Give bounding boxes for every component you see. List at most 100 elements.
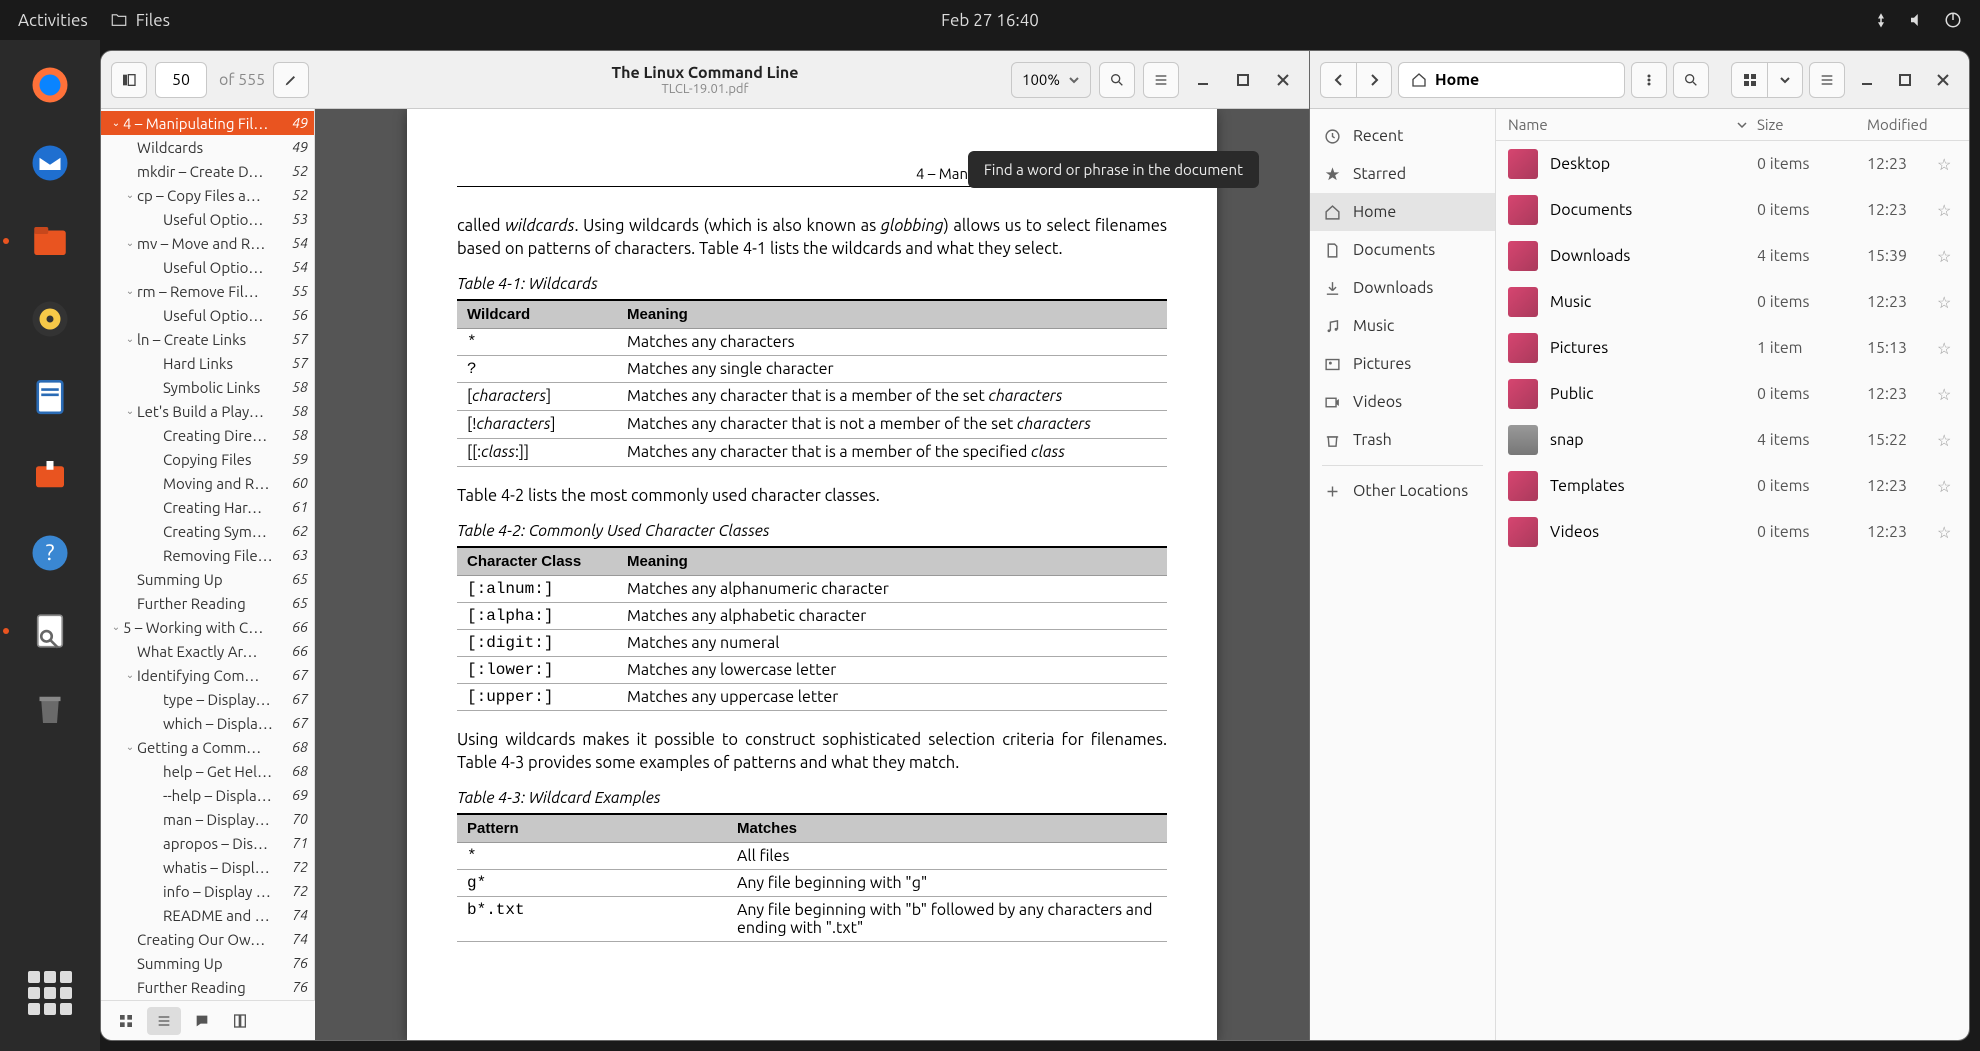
dock-trash[interactable] xyxy=(21,680,79,738)
outline-item[interactable]: Symbolic Links58 xyxy=(101,375,314,399)
file-row[interactable]: snap4 items15:22☆ xyxy=(1496,417,1969,463)
file-row[interactable]: Templates0 items12:23☆ xyxy=(1496,463,1969,509)
star-button[interactable]: ☆ xyxy=(1937,477,1957,496)
page-view[interactable]: Find a word or phrase in the document 4 … xyxy=(315,109,1309,1040)
outline-item[interactable]: ⌄4 – Manipulating Fil…49 xyxy=(101,111,314,135)
outline-item[interactable]: whatis – Displ…72 xyxy=(101,855,314,879)
bookmarks-view-button[interactable] xyxy=(223,1007,257,1035)
page-number-input[interactable] xyxy=(155,62,207,98)
path-bar[interactable]: Home xyxy=(1398,62,1625,98)
outline-item[interactable]: ⌄ln – Create Links57 xyxy=(101,327,314,351)
file-row[interactable]: Downloads4 items15:39☆ xyxy=(1496,233,1969,279)
outline-item[interactable]: ⌄Let's Build a Play…58 xyxy=(101,399,314,423)
outline-item[interactable]: ⌄mv – Move and R…54 xyxy=(101,231,314,255)
thumbnails-view-button[interactable] xyxy=(109,1007,143,1035)
outline-item[interactable]: Summing Up76 xyxy=(101,951,314,975)
outline-item[interactable]: man – Display…70 xyxy=(101,807,314,831)
files-close-button[interactable] xyxy=(1927,64,1959,96)
file-row[interactable]: Public0 items12:23☆ xyxy=(1496,371,1969,417)
menu-button[interactable] xyxy=(1143,62,1179,98)
outline-sidebar[interactable]: ⌄4 – Manipulating Fil…49Wildcards49mkdir… xyxy=(101,109,315,1000)
power-icon[interactable] xyxy=(1944,11,1962,29)
star-button[interactable]: ☆ xyxy=(1937,385,1957,404)
outline-item[interactable]: Useful Optio…53 xyxy=(101,207,314,231)
file-row[interactable]: Documents0 items12:23☆ xyxy=(1496,187,1969,233)
show-applications[interactable] xyxy=(28,971,72,1015)
outline-item[interactable]: Moving and R…60 xyxy=(101,471,314,495)
annotations-view-button[interactable] xyxy=(185,1007,219,1035)
sidebar-item-videos[interactable]: Videos xyxy=(1310,383,1495,421)
outline-item[interactable]: Creating Our Ow…74 xyxy=(101,927,314,951)
outline-item[interactable]: ⌄cp – Copy Files a…52 xyxy=(101,183,314,207)
star-button[interactable]: ☆ xyxy=(1937,431,1957,450)
file-row[interactable]: Music0 items12:23☆ xyxy=(1496,279,1969,325)
star-button[interactable]: ☆ xyxy=(1937,339,1957,358)
outline-item[interactable]: Further Reading76 xyxy=(101,975,314,999)
outline-view-button[interactable] xyxy=(147,1007,181,1035)
search-button[interactable] xyxy=(1099,62,1135,98)
outline-item[interactable]: Useful Optio…54 xyxy=(101,255,314,279)
files-minimize-button[interactable] xyxy=(1851,64,1883,96)
minimize-button[interactable] xyxy=(1187,64,1219,96)
dock-files[interactable] xyxy=(21,212,79,270)
dock-evince[interactable] xyxy=(21,602,79,660)
outline-item[interactable]: Useful Optio…56 xyxy=(101,303,314,327)
file-row[interactable]: Videos0 items12:23☆ xyxy=(1496,509,1969,555)
sidebar-item-trash[interactable]: Trash xyxy=(1310,421,1495,459)
outline-item[interactable]: Summing Up65 xyxy=(101,567,314,591)
outline-item[interactable]: Hard Links57 xyxy=(101,351,314,375)
volume-icon[interactable] xyxy=(1908,11,1926,29)
dock-software[interactable] xyxy=(21,446,79,504)
outline-item[interactable]: Copying Files59 xyxy=(101,447,314,471)
dock-rhythmbox[interactable] xyxy=(21,290,79,348)
hamburger-button[interactable] xyxy=(1809,62,1845,98)
star-button[interactable]: ☆ xyxy=(1937,293,1957,312)
outline-item[interactable]: Creating Har…61 xyxy=(101,495,314,519)
outline-item[interactable]: type – Display…67 xyxy=(101,687,314,711)
back-button[interactable] xyxy=(1320,62,1356,98)
outline-item[interactable]: ⌄Identifying Com…67 xyxy=(101,663,314,687)
forward-button[interactable] xyxy=(1356,62,1392,98)
outline-item[interactable]: Creating Sym…62 xyxy=(101,519,314,543)
outline-item[interactable]: mkdir – Create D…52 xyxy=(101,159,314,183)
outline-item[interactable]: README and …74 xyxy=(101,903,314,927)
files-columns-header[interactable]: Name Size Modified xyxy=(1496,109,1969,141)
outline-item[interactable]: ⌄Getting a Comm…68 xyxy=(101,735,314,759)
app-menu-files[interactable]: Files xyxy=(110,11,170,30)
sidebar-item-downloads[interactable]: Downloads xyxy=(1310,269,1495,307)
close-button[interactable] xyxy=(1267,64,1299,96)
dock-help[interactable]: ? xyxy=(21,524,79,582)
dock-thunderbird[interactable] xyxy=(21,134,79,192)
grid-view-button[interactable] xyxy=(1731,62,1767,98)
maximize-button[interactable] xyxy=(1227,64,1259,96)
sidebar-item-documents[interactable]: Documents xyxy=(1310,231,1495,269)
star-button[interactable]: ☆ xyxy=(1937,247,1957,266)
outline-item[interactable]: info – Display …72 xyxy=(101,879,314,903)
outline-item[interactable]: help – Get Hel…68 xyxy=(101,759,314,783)
sidebar-item-recent[interactable]: Recent xyxy=(1310,117,1495,155)
zoom-selector[interactable]: 100% xyxy=(1011,62,1091,98)
sidebar-item-music[interactable]: Music xyxy=(1310,307,1495,345)
toggle-sidebar-button[interactable] xyxy=(111,62,147,98)
files-search-button[interactable] xyxy=(1673,62,1709,98)
outline-item[interactable]: Creating Dire…58 xyxy=(101,423,314,447)
network-icon[interactable] xyxy=(1872,11,1890,29)
star-button[interactable]: ☆ xyxy=(1937,201,1957,220)
outline-item[interactable]: apropos – Dis…71 xyxy=(101,831,314,855)
sidebar-item-starred[interactable]: Starred xyxy=(1310,155,1495,193)
outline-item[interactable]: which – Displa…67 xyxy=(101,711,314,735)
outline-item[interactable]: --help – Displa…69 xyxy=(101,783,314,807)
files-menu-button[interactable] xyxy=(1631,62,1667,98)
star-button[interactable]: ☆ xyxy=(1937,523,1957,542)
view-dropdown-button[interactable] xyxy=(1767,62,1803,98)
outline-item[interactable]: Wildcards49 xyxy=(101,135,314,159)
dock-writer[interactable] xyxy=(21,368,79,426)
outline-item[interactable]: What Exactly Ar…66 xyxy=(101,639,314,663)
outline-item[interactable]: Removing File…63 xyxy=(101,543,314,567)
sidebar-other-locations[interactable]: Other Locations xyxy=(1310,472,1495,510)
sidebar-item-home[interactable]: Home xyxy=(1310,193,1495,231)
outline-item[interactable]: Further Reading65 xyxy=(101,591,314,615)
outline-item[interactable]: ⌄rm – Remove Fil…55 xyxy=(101,279,314,303)
files-maximize-button[interactable] xyxy=(1889,64,1921,96)
dock-firefox[interactable] xyxy=(21,56,79,114)
